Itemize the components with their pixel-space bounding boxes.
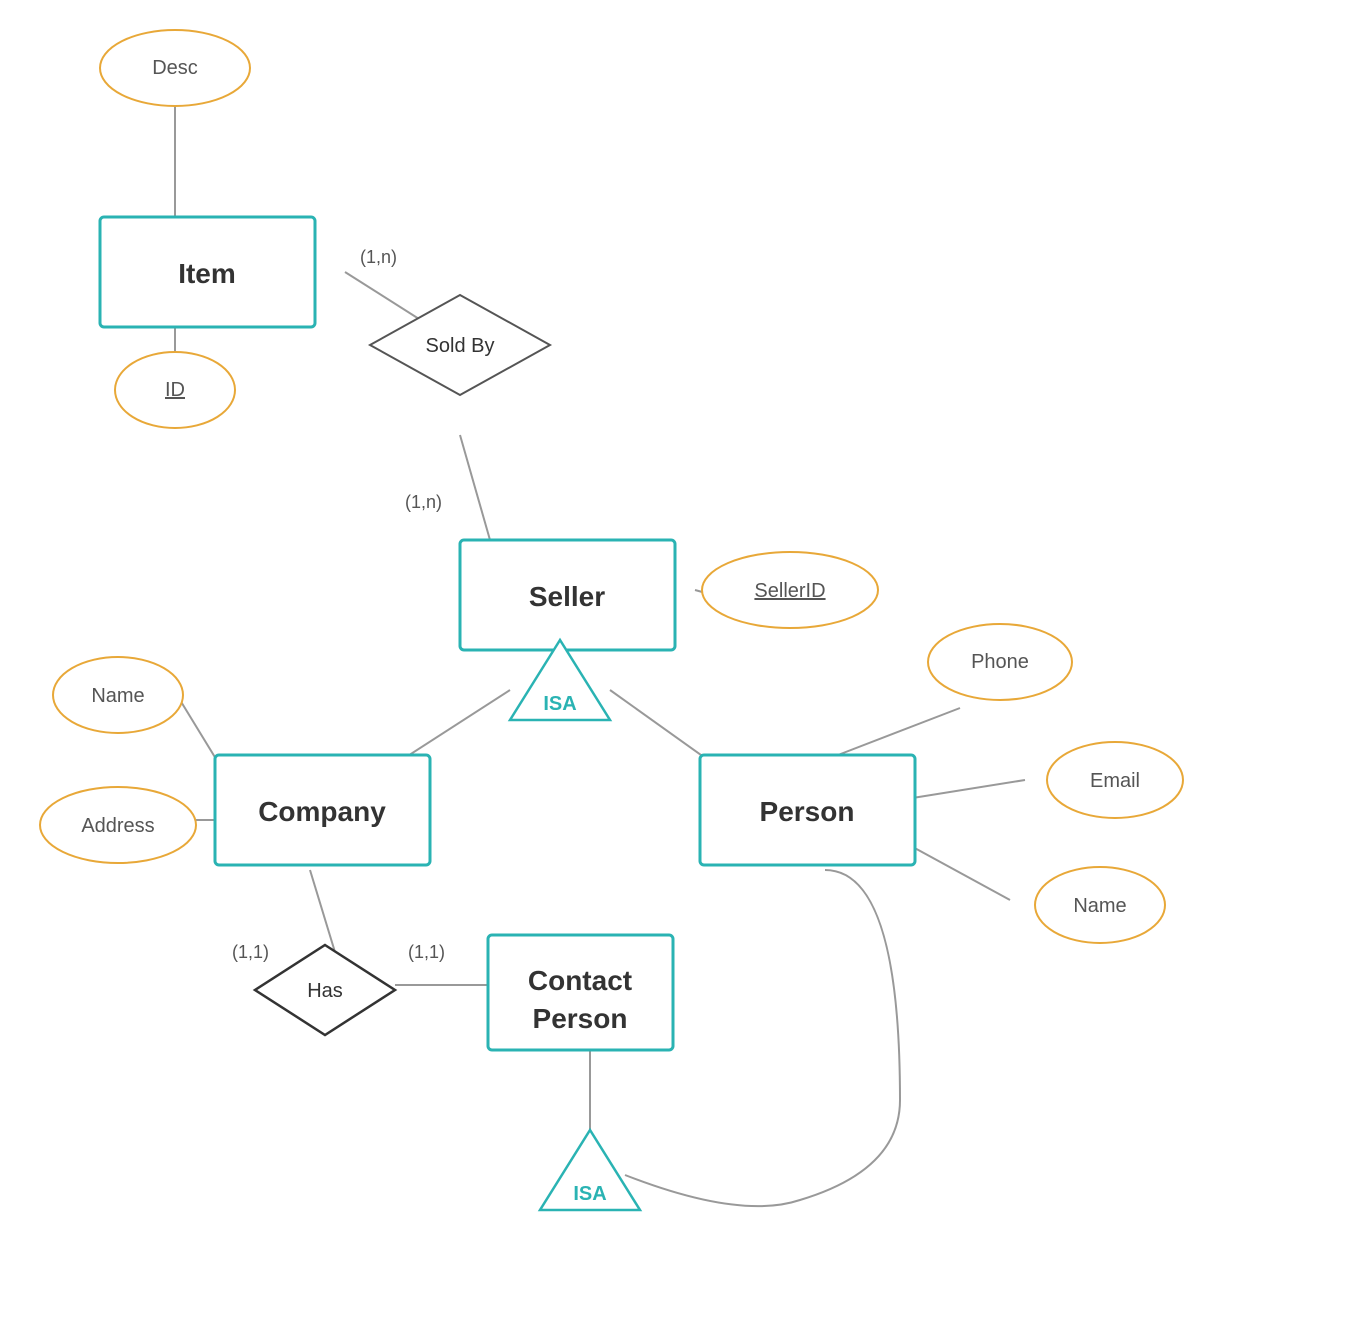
entity-person-label: Person [760, 796, 855, 827]
attr-sellerid-label: SellerID [754, 580, 825, 602]
attr-desc-label: Desc [152, 57, 198, 79]
entity-item-label: Item [178, 258, 236, 289]
attr-company-address-label: Address [81, 815, 154, 837]
relation-sold-by-label: Sold By [426, 335, 495, 357]
card-company-has: (1,1) [232, 942, 269, 962]
er-diagram: Desc ID SellerID Phone Email Name Name A… [0, 0, 1361, 1330]
entity-contact-person-label: Contact [528, 965, 632, 996]
isa-2-label: ISA [573, 1183, 606, 1205]
conn-person-phone [825, 708, 960, 760]
relation-has-label: Has [307, 980, 343, 1002]
isa-1-label: ISA [543, 693, 576, 715]
entity-contact-person-label2: Person [533, 1003, 628, 1034]
card-item-soldby: (1,n) [360, 247, 397, 267]
attr-email-label: Email [1090, 770, 1140, 792]
conn-soldby-seller [460, 435, 490, 540]
attr-person-name-label: Name [1073, 895, 1126, 917]
conn-person-email [900, 780, 1025, 800]
attr-id-label: ID [165, 379, 185, 401]
attr-company-name-label: Name [91, 685, 144, 707]
card-has-contact: (1,1) [408, 942, 445, 962]
entity-company-label: Company [258, 796, 386, 827]
attr-phone-label: Phone [971, 651, 1029, 673]
entity-seller-label: Seller [529, 581, 605, 612]
card-soldby-seller: (1,n) [405, 492, 442, 512]
